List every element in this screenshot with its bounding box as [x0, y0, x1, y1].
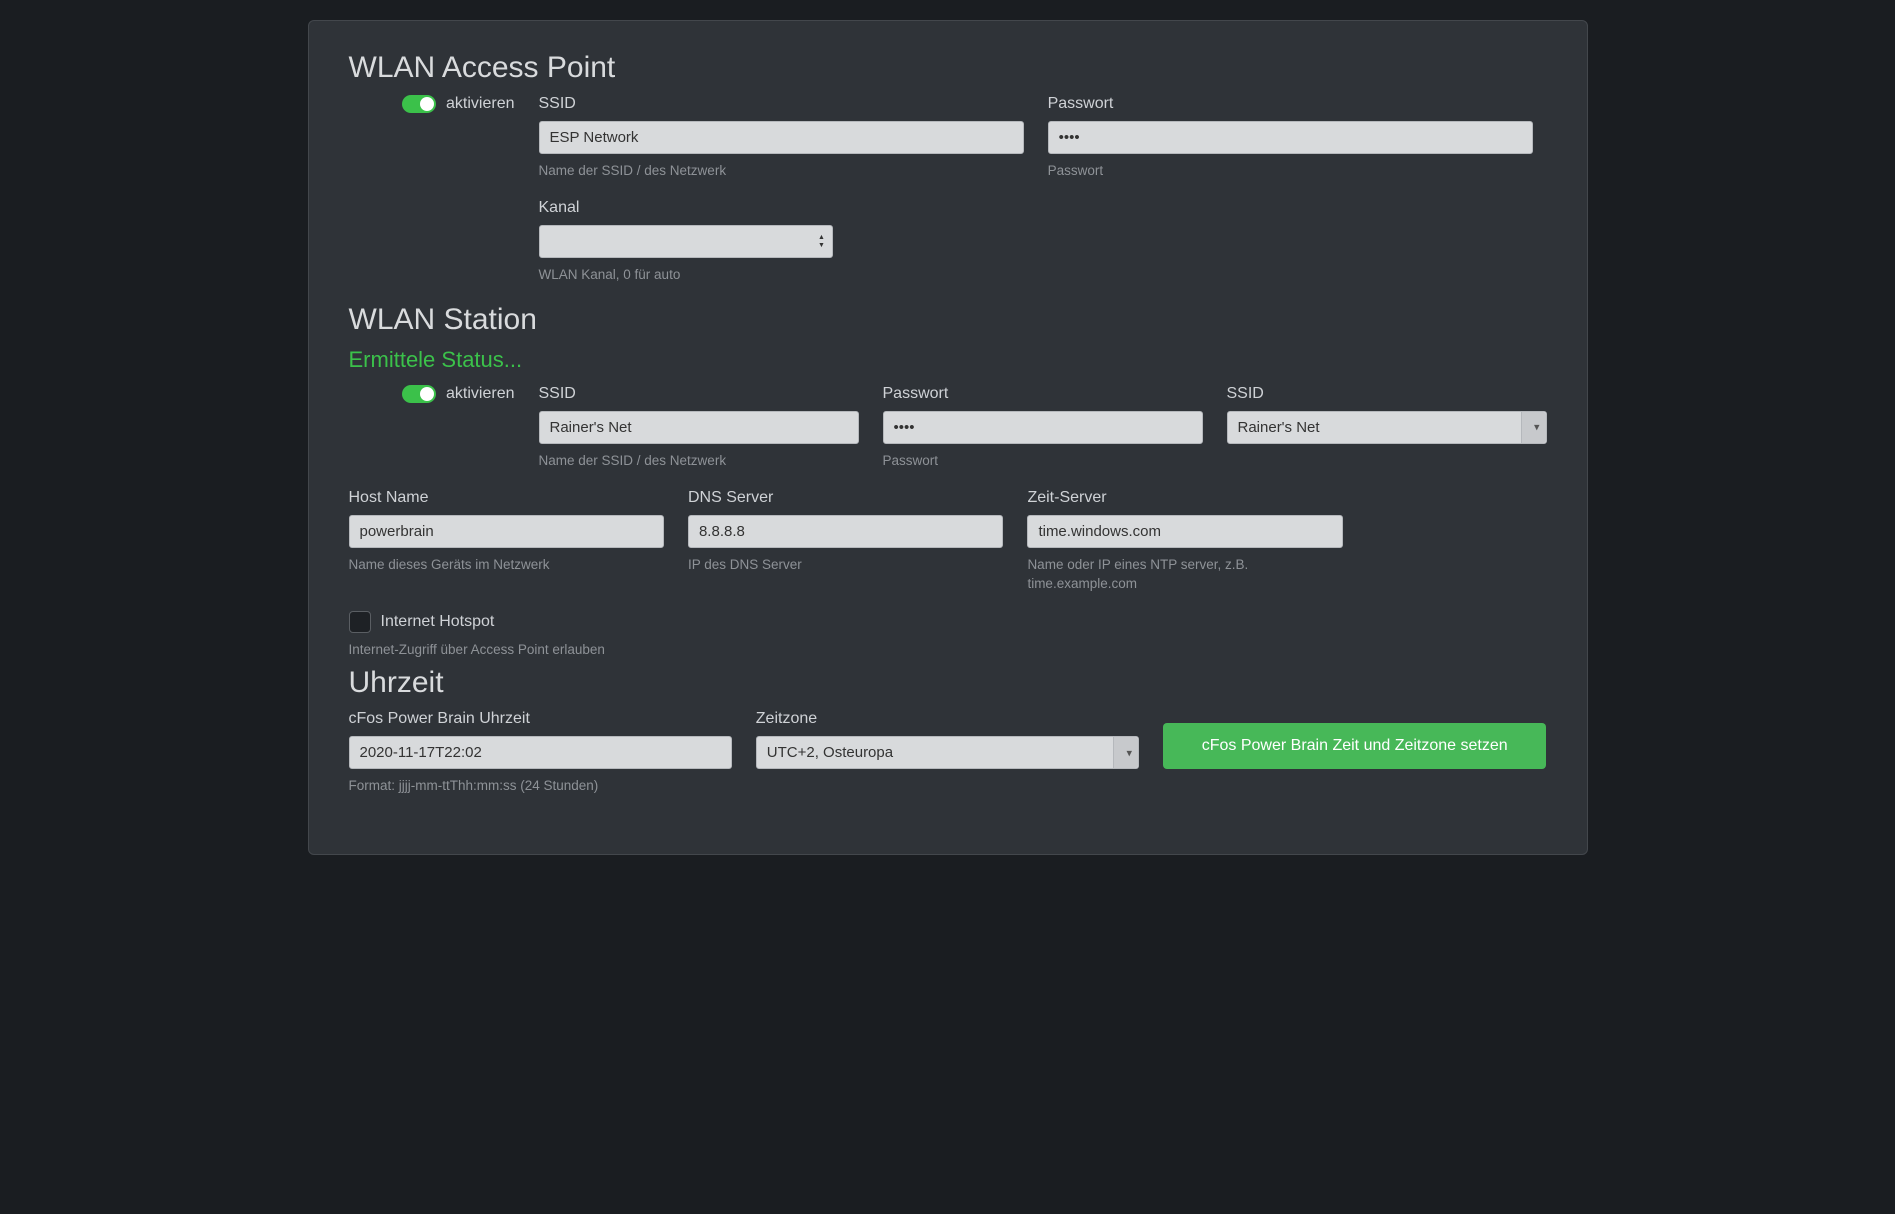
ntp-label: Zeit-Server	[1027, 489, 1342, 507]
internet-hotspot-checkbox[interactable]	[349, 611, 371, 633]
set-time-button[interactable]: cFos Power Brain Zeit und Zeitzone setze…	[1163, 723, 1546, 769]
station-ssid-label: SSID	[539, 385, 859, 403]
ntp-help: Name oder IP eines NTP server, z.B. time…	[1027, 556, 1342, 594]
station-password-input[interactable]	[883, 411, 1203, 444]
ap-channel-help: WLAN Kanal, 0 für auto	[539, 266, 1024, 285]
internet-hotspot-label: Internet Hotspot	[381, 613, 495, 631]
station-ssid-select-label: SSID	[1227, 385, 1547, 403]
station-ssid-input[interactable]	[539, 411, 859, 444]
hostname-label: Host Name	[349, 489, 664, 507]
datetime-label: cFos Power Brain Uhrzeit	[349, 710, 732, 728]
station-status: Ermittele Status...	[349, 347, 1547, 373]
dns-input[interactable]	[688, 515, 1003, 548]
ap-password-help: Passwort	[1048, 162, 1533, 181]
dns-help: IP des DNS Server	[688, 556, 1003, 575]
datetime-input[interactable]	[349, 736, 732, 769]
ap-password-label: Passwort	[1048, 95, 1533, 113]
ap-ssid-input[interactable]	[539, 121, 1024, 154]
dns-label: DNS Server	[688, 489, 1003, 507]
station-enable-toggle[interactable]	[402, 385, 436, 403]
ap-enable-toggle[interactable]	[402, 95, 436, 113]
ap-channel-input[interactable]	[539, 225, 833, 258]
ap-password-input[interactable]	[1048, 121, 1533, 154]
settings-panel: WLAN Access Point aktivieren SSID Name d…	[308, 20, 1588, 855]
ap-channel-label: Kanal	[539, 199, 1024, 217]
ap-enable-label: aktivieren	[446, 95, 514, 113]
station-password-help: Passwort	[883, 452, 1203, 471]
station-ssid-select[interactable]: Rainer's Net	[1227, 411, 1547, 444]
ap-ssid-label: SSID	[539, 95, 1024, 113]
hostname-input[interactable]	[349, 515, 664, 548]
datetime-help: Format: jjjj-mm-ttThh:mm:ss (24 Stunden)	[349, 777, 732, 796]
ap-ssid-help: Name der SSID / des Netzwerk	[539, 162, 1024, 181]
station-password-label: Passwort	[883, 385, 1203, 403]
timezone-label: Zeitzone	[756, 710, 1139, 728]
hostname-help: Name dieses Geräts im Netzwerk	[349, 556, 664, 575]
station-enable-label: aktivieren	[446, 385, 514, 403]
section-title-time: Uhrzeit	[349, 666, 1547, 700]
section-title-station: WLAN Station	[349, 303, 1547, 337]
station-ssid-help: Name der SSID / des Netzwerk	[539, 452, 859, 471]
timezone-select[interactable]: UTC+2, Osteuropa	[756, 736, 1139, 769]
ntp-input[interactable]	[1027, 515, 1342, 548]
internet-hotspot-help: Internet-Zugriff über Access Point erlau…	[349, 641, 1547, 660]
section-title-ap: WLAN Access Point	[349, 51, 1547, 85]
